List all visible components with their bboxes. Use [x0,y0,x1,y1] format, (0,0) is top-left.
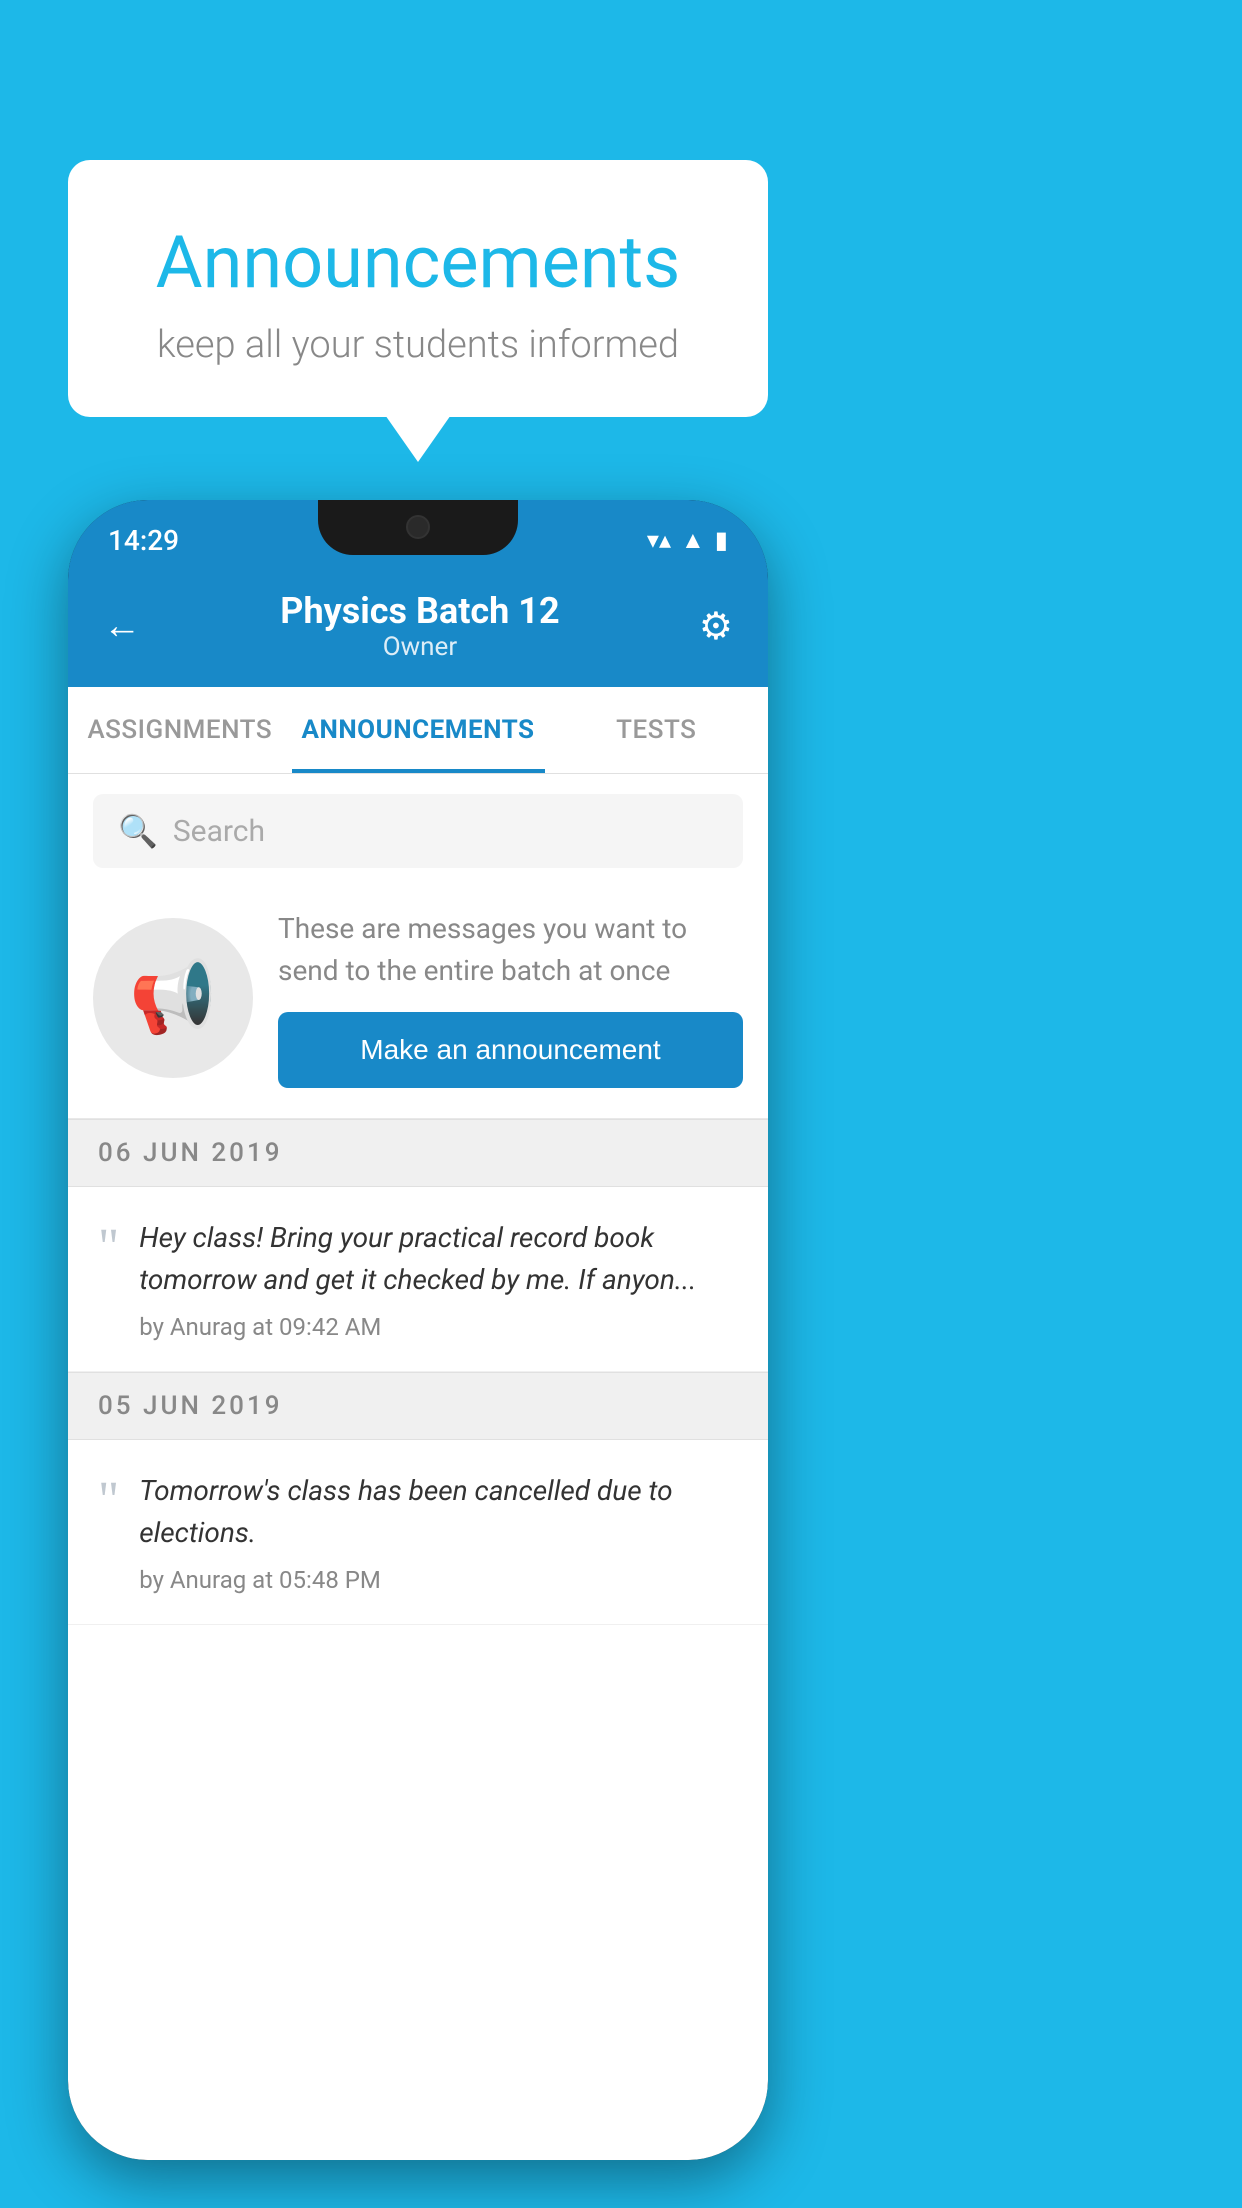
make-announcement-button[interactable]: Make an announcement [278,1012,743,1088]
search-icon: 🔍 [118,812,158,850]
header-center: Physics Batch 12 Owner [280,590,559,662]
tab-bar: ASSIGNMENTS ANNOUNCEMENTS TESTS [68,687,768,774]
status-icons: ▾▴ ▲ ▮ [647,526,728,555]
batch-title: Physics Batch 12 [280,590,559,632]
announcement-author-2: by Anurag at 05:48 PM [139,1566,738,1594]
search-placeholder: Search [173,814,265,849]
announcement-right: These are messages you want to send to t… [278,908,743,1088]
date-separator-1: 06 JUN 2019 [68,1119,768,1187]
signal-icon: ▲ [681,526,705,555]
announcement-content-1: Hey class! Bring your practical record b… [139,1217,738,1341]
phone-screen: 14:29 ▾▴ ▲ ▮ ← Physics Batch 12 Owner ⚙ … [68,500,768,2160]
status-time: 14:29 [108,524,179,557]
megaphone-circle: 📢 [93,918,253,1078]
settings-icon[interactable]: ⚙ [699,604,733,649]
announcements-subtitle: keep all your students informed [118,323,718,367]
phone-screen-content: ASSIGNMENTS ANNOUNCEMENTS TESTS 🔍 Search… [68,687,768,2160]
tab-assignments[interactable]: ASSIGNMENTS [68,687,292,773]
wifi-icon: ▾▴ [647,526,671,554]
announcement-text-2: Tomorrow's class has been cancelled due … [139,1470,738,1554]
announcement-item-1[interactable]: " Hey class! Bring your practical record… [68,1187,768,1372]
tab-announcements[interactable]: ANNOUNCEMENTS [292,687,545,773]
date-separator-2: 05 JUN 2019 [68,1372,768,1440]
search-bar[interactable]: 🔍 Search [93,794,743,868]
phone-notch [318,500,518,555]
tab-tests[interactable]: TESTS [545,687,769,773]
announcement-text-1: Hey class! Bring your practical record b… [139,1217,738,1301]
announcement-item-2[interactable]: " Tomorrow's class has been cancelled du… [68,1440,768,1625]
megaphone-icon: 📢 [129,957,216,1039]
speech-bubble: Announcements keep all your students inf… [68,160,768,417]
announcement-author-1: by Anurag at 09:42 AM [139,1313,738,1341]
phone-camera [406,515,430,539]
announcement-content-2: Tomorrow's class has been cancelled due … [139,1470,738,1594]
back-button[interactable]: ← [103,604,141,648]
announcement-description: These are messages you want to send to t… [278,908,743,992]
quote-icon-1: " [98,1222,119,1274]
announcements-title: Announcements [118,220,718,305]
speech-bubble-container: Announcements keep all your students inf… [68,160,768,417]
app-header: ← Physics Batch 12 Owner ⚙ [68,570,768,687]
batch-subtitle: Owner [280,632,559,662]
battery-icon: ▮ [715,526,728,554]
quote-icon-2: " [98,1475,119,1527]
phone-frame: 14:29 ▾▴ ▲ ▮ ← Physics Batch 12 Owner ⚙ … [68,500,768,2160]
announcement-placeholder: 📢 These are messages you want to send to… [68,888,768,1119]
